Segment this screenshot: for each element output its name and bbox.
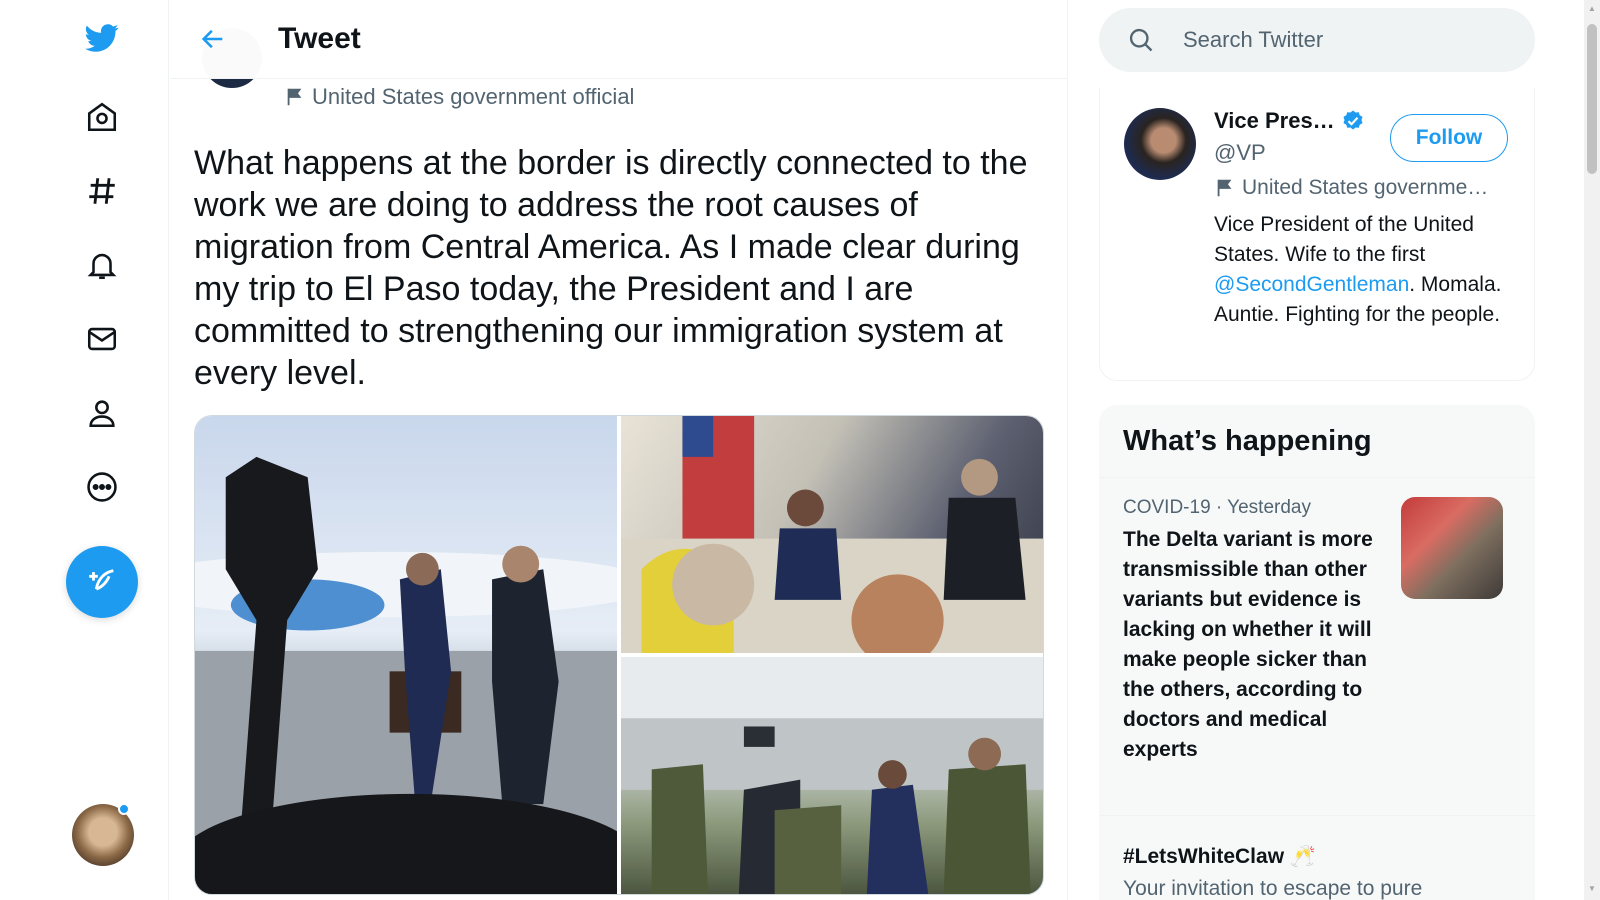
divider [1099, 815, 1535, 816]
verified-badge-icon [1343, 110, 1363, 130]
page-title: Tweet [278, 22, 361, 55]
bio-mention-link[interactable]: @SecondGentleman [1214, 273, 1409, 296]
right-sidebar: Vice Pres… @VP Follow United States gove… [1068, 0, 1600, 900]
follow-button[interactable]: Follow [1390, 114, 1508, 162]
search-icon [1129, 28, 1153, 52]
profile-card-label: United States governme… [1214, 176, 1514, 200]
quill-plus-icon [89, 569, 114, 591]
profile-card-avatar[interactable] [1124, 108, 1196, 180]
profile-card-name[interactable]: Vice Pres… [1214, 108, 1365, 134]
scroll-up-arrow-icon[interactable]: ▲ [1587, 4, 1597, 16]
compose-tweet-button[interactable] [66, 546, 138, 618]
profile-name-text: Vice Pres… [1214, 108, 1335, 133]
scroll-down-arrow-icon[interactable]: ▼ [1587, 884, 1597, 896]
twitter-logo-icon[interactable] [72, 8, 132, 68]
trends-panel: What’s happening COVID-19 · Yesterday Th… [1099, 405, 1535, 900]
tweet-photo[interactable] [621, 416, 1043, 653]
trend-thumbnail[interactable] [1401, 497, 1503, 599]
profile-card-bio: Vice President of the United States. Wif… [1214, 210, 1514, 330]
trends-title: What’s happening [1123, 425, 1372, 457]
page-header: Tweet [170, 0, 1067, 79]
left-nav [0, 0, 169, 900]
profile-card-label-text: United States governme… [1242, 176, 1489, 199]
home-icon[interactable] [72, 87, 132, 147]
tweet-photo[interactable] [195, 416, 617, 894]
tweet-media-grid [194, 415, 1044, 895]
messages-mail-icon[interactable] [72, 309, 132, 369]
notifications-bell-icon[interactable] [72, 235, 132, 295]
notification-dot [118, 803, 130, 815]
flag-icon [287, 88, 302, 106]
trend-hashtag[interactable]: #LetsWhiteClaw 🥂 [1123, 845, 1316, 869]
scrollbar-thumb[interactable] [1587, 24, 1597, 174]
more-options-icon[interactable] [72, 457, 132, 517]
bio-text: Vice President of the United States. Wif… [1214, 213, 1474, 266]
search-input[interactable] [1183, 8, 1513, 72]
profile-person-icon[interactable] [72, 383, 132, 443]
page-scrollbar[interactable]: ▲ ▼ [1584, 0, 1600, 900]
government-label: United States government official [284, 84, 634, 110]
main-column: Tweet United States government official … [170, 0, 1068, 900]
profile-card-handle: @VP [1214, 140, 1266, 165]
arrow-left-icon [201, 29, 223, 49]
back-button[interactable] [192, 18, 234, 60]
trend-subtitle: Your invitation to escape to pure [1123, 877, 1423, 900]
search-box[interactable] [1099, 8, 1535, 72]
trend-headline[interactable]: The Delta variant is more transmissible … [1123, 525, 1385, 765]
trend-meta: COVID-19 · Yesterday [1123, 497, 1311, 518]
tweet-photo[interactable] [621, 657, 1043, 894]
government-label-text: United States government official [312, 84, 635, 109]
flag-icon [1217, 179, 1232, 197]
tweet-text: What happens at the border is directly c… [194, 144, 1028, 392]
explore-hashtag-icon[interactable] [72, 161, 132, 221]
profile-card: Vice Pres… @VP Follow United States gove… [1099, 88, 1535, 381]
